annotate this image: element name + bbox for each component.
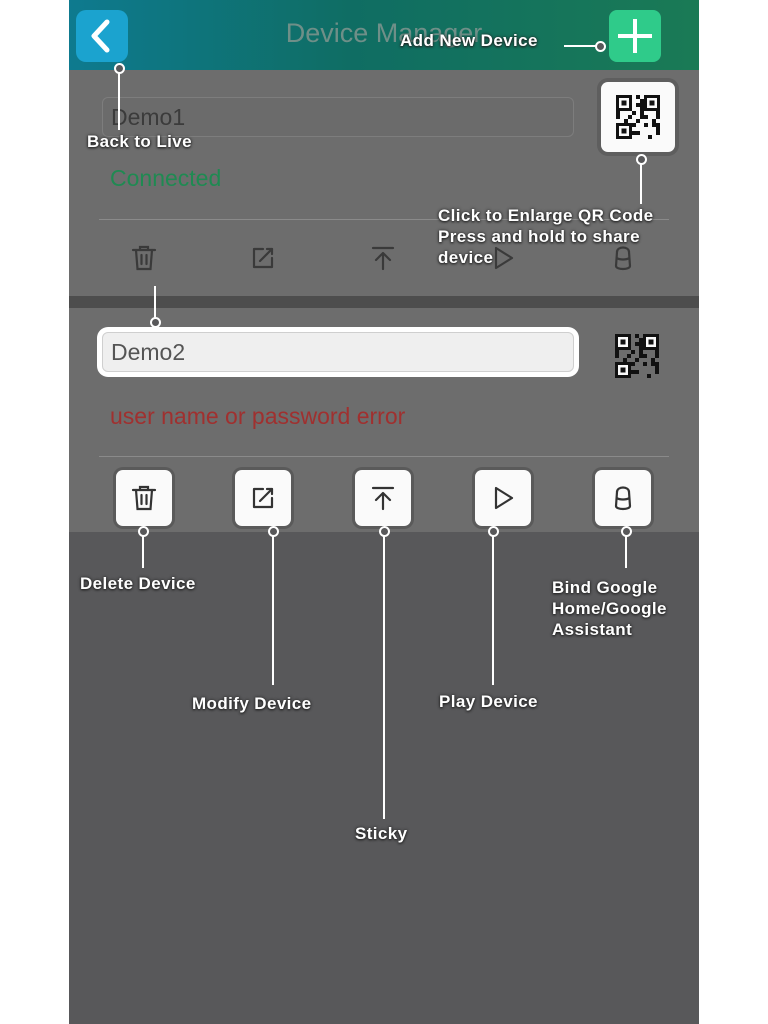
callout-dot [379, 526, 390, 537]
card-separator [69, 296, 699, 308]
back-to-live-callout: Back to Live [87, 132, 192, 151]
qr-code-button[interactable] [609, 330, 665, 382]
trash-icon [131, 245, 157, 271]
delete-button[interactable] [116, 470, 172, 526]
google-home-button[interactable] [595, 470, 651, 526]
callout-line [640, 160, 642, 204]
sticky-callout: Sticky [355, 824, 408, 843]
delete-button[interactable] [116, 230, 172, 286]
modify-button[interactable] [235, 230, 291, 286]
divider [99, 456, 669, 457]
pin-to-top-icon [371, 486, 395, 511]
callout-line [154, 286, 156, 320]
callout-dot [636, 154, 647, 165]
callout-dot [488, 526, 499, 537]
device-name-field[interactable]: Demo2 [102, 332, 574, 372]
connection-status: Connected [110, 165, 222, 191]
header-bar: Device Manager [69, 0, 699, 70]
qr-callout-line-2: Press and hold to share [438, 227, 640, 246]
callout-dot [621, 526, 632, 537]
back-button[interactable] [76, 10, 128, 62]
callout-line [625, 533, 627, 568]
add-device-button[interactable] [609, 10, 661, 62]
callout-line [564, 45, 596, 47]
modify-device-callout: Modify Device [192, 694, 312, 713]
callout-dot [595, 41, 606, 52]
edit-icon [252, 487, 274, 509]
play-device-callout: Play Device [439, 692, 538, 711]
google-home-speaker-icon [614, 486, 632, 511]
callout-dot [138, 526, 149, 537]
modify-button[interactable] [235, 470, 291, 526]
qr-code-icon [616, 95, 660, 139]
callout-dot [114, 63, 125, 74]
chevron-left-icon [91, 19, 110, 53]
trash-icon [131, 485, 157, 511]
qr-code-button[interactable] [601, 82, 675, 152]
sticky-button[interactable] [355, 470, 411, 526]
qr-callout-line-3: device [438, 248, 494, 267]
device-card: Demo2 user name or password error [69, 308, 699, 532]
callout-line [272, 533, 274, 685]
plus-icon [618, 19, 652, 53]
sticky-button[interactable] [355, 230, 411, 286]
qr-code-icon [615, 334, 659, 378]
callout-dot [268, 526, 279, 537]
callout-line [118, 68, 120, 130]
play-button[interactable] [475, 470, 531, 526]
bind-callout-line-3: Assistant [552, 620, 633, 639]
callout-dot [150, 317, 161, 328]
qr-code-callout: Click to Enlarge QR Code Press and hold … [438, 205, 654, 268]
bind-callout-line-2: Home/Google [552, 599, 667, 618]
add-new-device-callout: Add New Device [400, 31, 538, 50]
qr-callout-line-1: Click to Enlarge QR Code [438, 206, 654, 225]
device-manager-screen: Device Manager Demo1 Connected Demo2 use… [69, 0, 699, 1024]
play-icon [494, 486, 514, 510]
callout-line [142, 533, 144, 568]
delete-device-callout: Delete Device [80, 574, 196, 593]
bind-google-callout: Bind Google Home/Google Assistant [552, 577, 667, 640]
callout-line [383, 533, 385, 819]
bind-callout-line-1: Bind Google [552, 578, 658, 597]
callout-line [492, 533, 494, 685]
pin-to-top-icon [371, 246, 395, 271]
edit-icon [252, 247, 274, 269]
connection-status: user name or password error [110, 403, 406, 429]
